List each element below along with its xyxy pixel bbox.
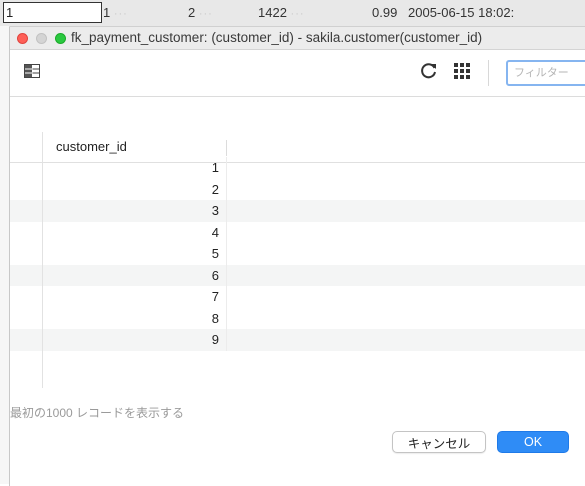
- table-row[interactable]: 1: [10, 157, 585, 179]
- column-divider[interactable]: [226, 140, 227, 156]
- title-bar[interactable]: fk_payment_customer: (customer_id) - sak…: [10, 27, 585, 50]
- close-button[interactable]: [17, 33, 28, 44]
- minimize-button: [36, 33, 47, 44]
- cell-divider: [226, 307, 227, 329]
- ellipsis: ···: [113, 8, 128, 20]
- bg-cell-3-text: 1422: [258, 5, 287, 20]
- cell-customer-id: 6: [211, 267, 219, 283]
- cell-divider: [226, 286, 227, 308]
- cell-divider: [226, 157, 227, 179]
- cell-customer-id: 8: [211, 310, 219, 326]
- record-limit-note: 最初の1000 レコードを表示する: [10, 406, 185, 420]
- table-row[interactable]: 9: [10, 329, 585, 351]
- cell-customer-id: 5: [211, 246, 219, 261]
- table-row[interactable]: 8: [10, 307, 585, 329]
- ok-button[interactable]: OK: [497, 431, 569, 453]
- maximize-button[interactable]: [55, 33, 66, 44]
- toolbar: [10, 50, 585, 97]
- bg-cell-3[interactable]: 1422 ···: [258, 0, 305, 26]
- bg-cell-1[interactable]: 1 ···: [103, 0, 128, 26]
- bg-cell-4[interactable]: 0.99: [372, 0, 397, 26]
- cancel-button[interactable]: キャンセル: [392, 431, 486, 453]
- cell-divider: [226, 243, 227, 265]
- cell-customer-id: 4: [211, 224, 219, 240]
- columns-icon[interactable]: [24, 64, 40, 81]
- toolbar-divider: [488, 60, 489, 86]
- table-row[interactable]: 7: [10, 286, 585, 308]
- table-row[interactable]: 6: [10, 264, 585, 286]
- cell-editor[interactable]: 1: [3, 2, 102, 23]
- table-row[interactable]: 3: [10, 200, 585, 222]
- cell-divider: [226, 200, 227, 222]
- refresh-icon[interactable]: [420, 62, 438, 83]
- row-number-column-divider: [42, 132, 43, 388]
- table-body: 1 2 3 4 5 6 7 8 9: [10, 157, 585, 351]
- bg-cell-2-text: 2: [188, 5, 196, 20]
- cell-customer-id: 7: [211, 289, 219, 304]
- cell-customer-id: 9: [211, 332, 219, 347]
- cell-customer-id: 1: [211, 160, 219, 175]
- bg-cell-1-text: 1: [103, 5, 111, 20]
- table-row[interactable]: 4: [10, 221, 585, 243]
- ellipsis: ···: [198, 8, 213, 20]
- table-row[interactable]: 5: [10, 243, 585, 265]
- cell-divider: [226, 178, 227, 200]
- cell-divider: [226, 264, 227, 286]
- ellipsis: ···: [290, 8, 305, 20]
- grid-icon[interactable]: [454, 63, 470, 82]
- foreign-key-dialog: fk_payment_customer: (customer_id) - sak…: [9, 27, 585, 486]
- cell-customer-id: 2: [211, 181, 219, 197]
- background-result-row: 1 1 ··· 2 ··· 1422 ··· 0.99 2005-06-15 1…: [0, 0, 585, 27]
- cell-divider: [226, 329, 227, 351]
- bg-cell-5[interactable]: 2005-06-15 18:02:: [408, 0, 514, 26]
- window-title: fk_payment_customer: (customer_id) - sak…: [71, 30, 483, 45]
- bg-cell-2[interactable]: 2 ···: [188, 0, 213, 26]
- filter-input[interactable]: [506, 60, 585, 86]
- cell-customer-id: 3: [211, 203, 219, 218]
- cell-divider: [226, 221, 227, 243]
- table-row[interactable]: 2: [10, 178, 585, 200]
